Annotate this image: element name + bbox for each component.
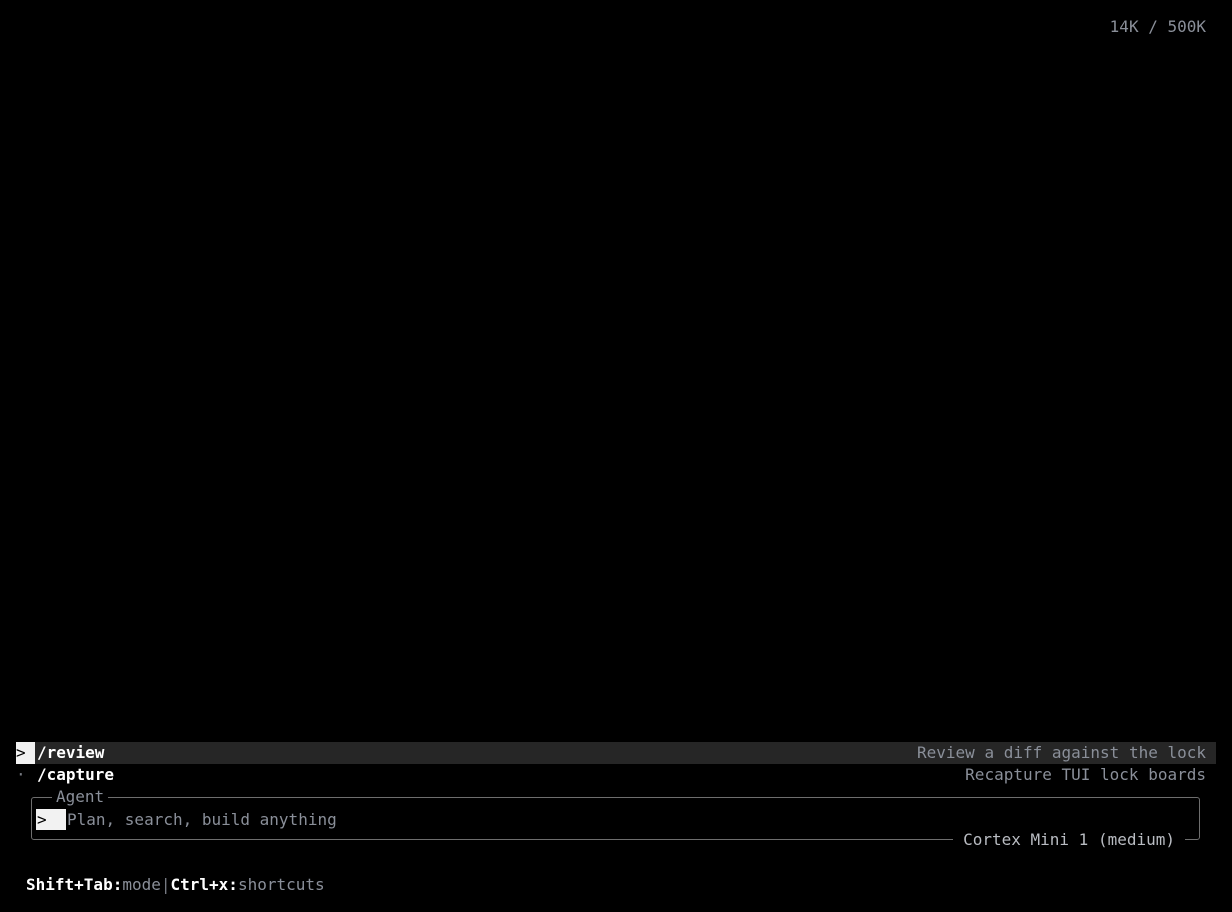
command-description: Review a diff against the lock <box>917 743 1206 762</box>
bullet-marker: · <box>16 765 26 784</box>
prompt-input-box[interactable]: Agent > Plan, search, build anything Cor… <box>31 787 1200 851</box>
shortcut-hints: Shift+Tab:mode|Ctrl+x:shortcuts <box>26 874 325 896</box>
command-name: /review <box>37 743 105 762</box>
model-selector[interactable]: Cortex Mini 1 (medium) <box>953 829 1185 851</box>
command-name: /capture <box>37 765 115 784</box>
shortcut-shortcuts-action: shortcuts <box>237 875 325 894</box>
selection-marker: > <box>16 742 35 764</box>
mode-label: Agent <box>52 787 109 807</box>
shortcut-mode-action: mode <box>122 875 161 894</box>
token-usage-counter: 14K / 500K <box>1109 17 1206 36</box>
shortcut-separator: | <box>160 875 171 894</box>
prompt-cursor: > <box>36 809 66 830</box>
shortcut-mode-key: Shift+Tab: <box>26 875 123 894</box>
command-description: Recapture TUI lock boards <box>965 765 1206 784</box>
shortcut-shortcuts-key: Ctrl+x: <box>170 875 238 894</box>
command-item-capture[interactable]: · /capture Recapture TUI lock boards <box>16 764 1216 786</box>
prompt-input[interactable]: Plan, search, build anything <box>67 809 337 830</box>
command-item-review[interactable]: > /review Review a diff against the lock <box>16 742 1216 764</box>
